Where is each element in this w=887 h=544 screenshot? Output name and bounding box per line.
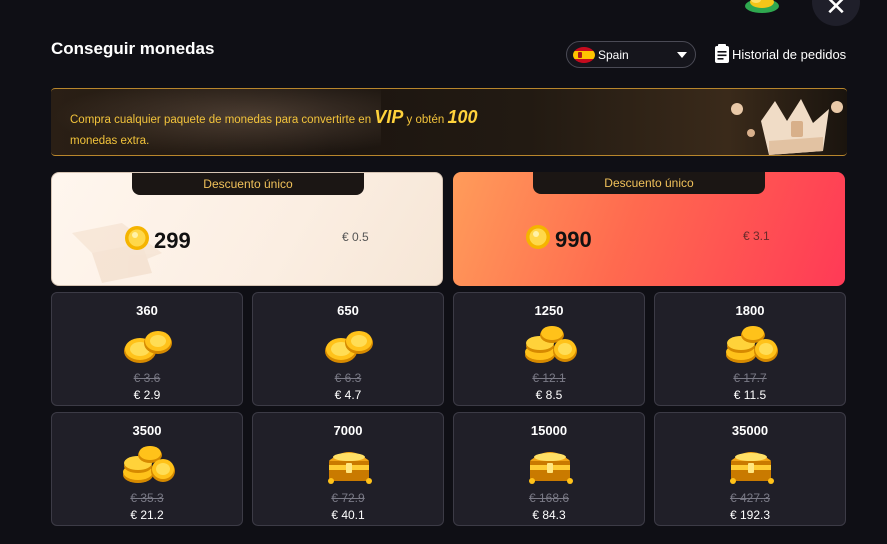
coin-amount: 360 xyxy=(136,303,158,318)
price: € 84.3 xyxy=(532,508,566,522)
original-price: € 12.1 xyxy=(532,371,566,385)
discount-tag: Descuento único xyxy=(533,172,765,194)
price: € 11.5 xyxy=(733,388,767,402)
original-price: € 168.6 xyxy=(528,491,570,505)
coin-package-15000[interactable]: 15000 € 168.6 € 84.3 xyxy=(453,412,645,526)
region-label: Spain xyxy=(598,47,629,62)
coin-amount: 1250 xyxy=(534,303,564,318)
original-price: € 427.3 xyxy=(729,491,771,505)
banner-text-middle: y obtén xyxy=(406,114,445,126)
coin-amount: 299 xyxy=(154,228,191,253)
coin-stack-icon xyxy=(123,446,175,483)
crown-icon xyxy=(731,99,843,155)
featured-package-299[interactable]: Descuento único 299 € 0.5 xyxy=(51,172,443,286)
receipt-icon xyxy=(715,44,729,63)
coin-amount: 1800 xyxy=(735,303,765,318)
vip-promo-banner: Compra cualquier paquete de monedas para… xyxy=(51,88,847,156)
treasure-chest-icon xyxy=(328,452,372,484)
close-button[interactable]: ✕ xyxy=(812,0,860,26)
price: € 2.9 xyxy=(133,388,161,402)
banner-text-end: monedas extra. xyxy=(70,135,150,147)
coin-amount: 7000 xyxy=(333,423,363,438)
price: € 3.1 xyxy=(743,229,770,243)
coin-amount: 15000 xyxy=(530,423,568,438)
price: € 192.3 xyxy=(729,508,771,522)
coin-amount: 35000 xyxy=(731,423,769,438)
banner-text: Compra cualquier paquete de monedas para… xyxy=(70,107,520,152)
original-price: € 17.7 xyxy=(733,371,767,385)
price: € 4.7 xyxy=(334,388,362,402)
coin-stack-icon xyxy=(726,326,778,363)
chevron-down-icon xyxy=(677,51,687,58)
order-history-label: Historial de pedidos xyxy=(732,46,847,62)
original-price: € 6.3 xyxy=(334,371,362,385)
spain-flag-icon xyxy=(573,46,595,63)
coin-package-7000[interactable]: 7000 € 72.9 € 40.1 xyxy=(252,412,444,526)
discount-tag: Descuento único xyxy=(132,173,364,195)
coin-package-3500[interactable]: 3500 € 35.3 € 21.2 xyxy=(51,412,243,526)
treasure-chest-icon xyxy=(730,452,774,484)
original-price: € 35.3 xyxy=(130,491,164,505)
coin-package-35000[interactable]: 35000 € 427.3 € 192.3 xyxy=(654,412,846,526)
price: € 8.5 xyxy=(535,388,563,402)
coin-package-1800[interactable]: 1800 € 17.7 € 11.5 xyxy=(654,292,846,406)
close-icon: ✕ xyxy=(825,0,847,22)
original-price: € 72.9 xyxy=(331,491,365,505)
coin-package-650[interactable]: 650 € 6.3 € 4.7 xyxy=(252,292,444,406)
coin-stack-icon xyxy=(525,326,577,363)
vip-highlight: VIP xyxy=(374,107,404,127)
coin-icon xyxy=(526,225,550,249)
price: € 0.5 xyxy=(342,230,369,244)
price: € 21.2 xyxy=(130,508,164,522)
original-price: € 3.6 xyxy=(133,371,161,385)
coin-icon xyxy=(125,226,149,250)
order-history-link[interactable]: Historial de pedidos xyxy=(714,44,846,64)
coin-amount: 650 xyxy=(337,303,359,318)
bonus-highlight: 100 xyxy=(447,107,478,127)
banner-text-start: Compra cualquier paquete de monedas para… xyxy=(70,114,372,126)
page-title: Conseguir monedas xyxy=(51,39,215,58)
coin-amount: 990 xyxy=(555,227,592,252)
featured-package-990[interactable]: Descuento único 990 € 3.1 xyxy=(453,172,845,286)
region-select[interactable]: Spain xyxy=(566,41,696,68)
treasure-chest-icon xyxy=(529,452,573,484)
price: € 40.1 xyxy=(331,508,365,522)
coins-small-icon xyxy=(325,331,373,363)
coins-small-icon xyxy=(124,331,172,363)
coin-amount: 3500 xyxy=(132,423,162,438)
coin-package-360[interactable]: 360 € 3.6 € 2.9 xyxy=(51,292,243,406)
coin-package-1250[interactable]: 1250 € 12.1 € 8.5 xyxy=(453,292,645,406)
coin-avatar-icon xyxy=(745,0,779,13)
